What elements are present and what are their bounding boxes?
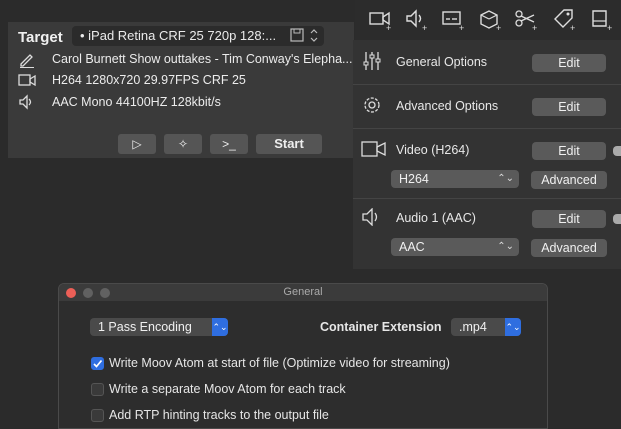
container-extension-label: Container Extension xyxy=(320,320,442,334)
window-title: General xyxy=(283,286,323,298)
advanced-options-label: Advanced Options xyxy=(396,99,499,113)
svg-text:+: + xyxy=(386,23,391,32)
add-tag-icon[interactable]: + xyxy=(551,6,577,33)
container-extension-select[interactable]: .mp4 ⌃⌄ xyxy=(451,318,521,336)
audio-info: AAC Mono 44100HZ 128kbit/s xyxy=(52,95,221,109)
video-info: H264 1280x720 29.97FPS CRF 25 xyxy=(52,73,246,87)
preset-icons xyxy=(290,28,322,47)
svg-text:+: + xyxy=(607,23,612,32)
audio-edit-button[interactable]: Edit xyxy=(532,210,606,228)
gear-icon xyxy=(361,94,383,119)
video-advanced-button[interactable]: Advanced xyxy=(531,171,607,189)
output-name: Carol Burnett Show outtakes - Tim Conway… xyxy=(52,52,353,66)
svg-text:+: + xyxy=(459,23,464,32)
container-extension-value: .mp4 xyxy=(459,320,487,334)
audio-codec-value: AAC xyxy=(399,240,425,254)
chevron-updown-icon: ⌃⌄ xyxy=(497,241,514,252)
start-button[interactable]: Start xyxy=(256,134,322,154)
target-panel: Target • iPad Retina CRF 25 720p 128:...… xyxy=(8,22,354,158)
general-options-label: General Options xyxy=(396,55,488,69)
chevron-updown-icon: ⌃⌄ xyxy=(505,318,521,336)
checkmark-icon xyxy=(93,359,103,368)
pencil-icon[interactable] xyxy=(18,52,36,68)
add-chapter-icon[interactable]: + xyxy=(588,6,614,33)
target-title: Target xyxy=(18,29,63,46)
audio-track-label: Audio 1 (AAC) xyxy=(396,211,476,225)
add-subtitle-icon[interactable]: + xyxy=(440,6,466,33)
encoding-pass-select[interactable]: 1 Pass Encoding ⌃⌄ xyxy=(90,318,228,336)
video-track-icon xyxy=(361,140,387,161)
general-window: General 1 Pass Encoding ⌃⌄ Container Exte… xyxy=(58,283,548,429)
divider xyxy=(353,198,621,199)
moov-atom-start-checkbox[interactable] xyxy=(91,357,104,370)
magic-wand-button[interactable]: ✧ xyxy=(164,134,202,154)
window-titlebar: General xyxy=(59,284,547,301)
add-video-icon[interactable]: + xyxy=(367,6,393,33)
options-panel: General Options Edit Advanced Options Ed… xyxy=(353,40,621,269)
audio-advanced-button[interactable]: Advanced xyxy=(531,239,607,257)
audio-codec-select[interactable]: AAC ⌃⌄ xyxy=(391,238,519,256)
svg-text:+: + xyxy=(422,23,427,32)
rtp-hinting-checkbox[interactable] xyxy=(91,409,104,422)
add-audio-icon[interactable]: + xyxy=(403,6,429,33)
separate-moov-checkbox[interactable] xyxy=(91,383,104,396)
video-codec-value: H264 xyxy=(399,172,429,186)
video-camera-icon xyxy=(18,72,36,88)
video-track-label: Video (H264) xyxy=(396,143,470,157)
chevron-updown-icon: ⌃⌄ xyxy=(497,173,514,184)
save-preset-icon xyxy=(290,28,318,42)
video-codec-select[interactable]: H264 ⌃⌄ xyxy=(391,170,519,188)
svg-text:+: + xyxy=(532,23,537,32)
add-package-icon[interactable]: + xyxy=(477,6,503,33)
general-edit-button[interactable]: Edit xyxy=(532,54,606,72)
advanced-edit-button[interactable]: Edit xyxy=(532,98,606,116)
moov-atom-start-label: Write Moov Atom at start of file (Optimi… xyxy=(109,356,450,370)
terminal-button[interactable]: >_ xyxy=(210,134,248,154)
preset-select[interactable]: • iPad Retina CRF 25 720p 128:... xyxy=(72,26,324,46)
add-cut-icon[interactable]: + xyxy=(513,6,539,33)
rtp-hinting-label: Add RTP hinting tracks to the output fil… xyxy=(109,408,329,422)
sliders-icon xyxy=(361,50,383,75)
encoding-pass-value: 1 Pass Encoding xyxy=(98,320,192,334)
divider xyxy=(353,128,621,129)
top-toolbar: + + + + + + + xyxy=(355,0,621,40)
play-button[interactable]: ▷ xyxy=(118,134,156,154)
video-edit-button[interactable]: Edit xyxy=(532,142,606,160)
audio-track-icon xyxy=(361,207,383,229)
svg-text:+: + xyxy=(496,23,501,32)
divider xyxy=(353,84,621,85)
chevron-updown-icon: ⌃⌄ xyxy=(212,318,228,336)
audio-remove-icon[interactable] xyxy=(613,214,621,224)
separate-moov-label: Write a separate Moov Atom for each trac… xyxy=(109,382,346,396)
video-remove-icon[interactable] xyxy=(613,146,621,156)
speaker-icon xyxy=(18,94,36,110)
svg-text:+: + xyxy=(570,23,575,32)
